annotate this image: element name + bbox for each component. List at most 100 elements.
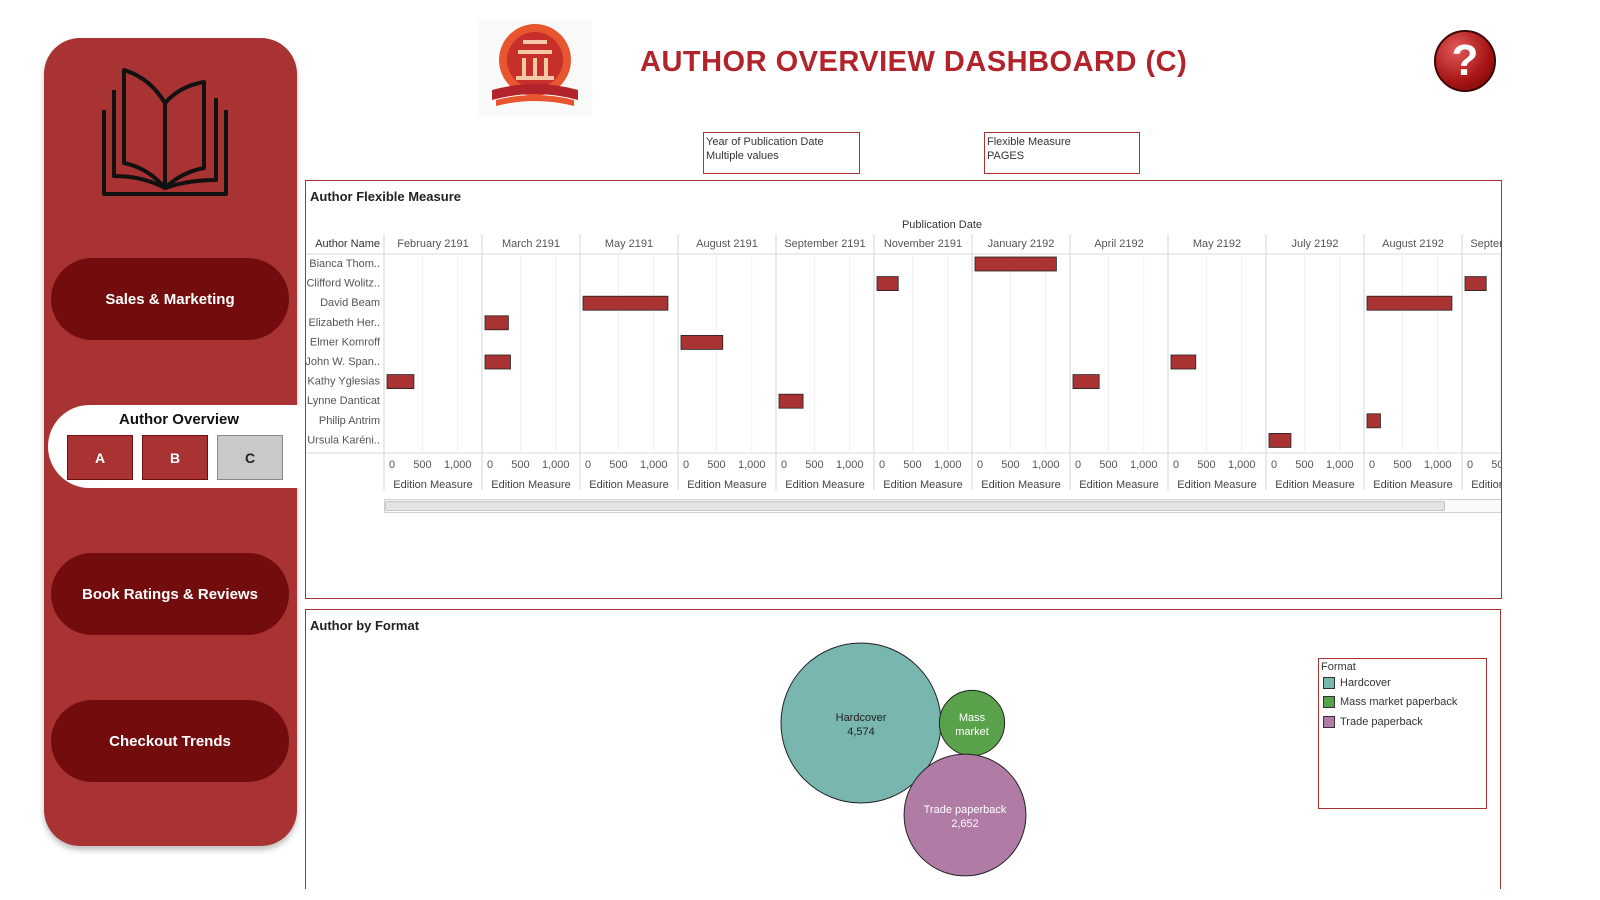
author-label-kathy-yglesias: Kathy Yglesias: [307, 376, 380, 388]
legend-label-trade-paperback: Trade paperback: [1340, 716, 1423, 728]
author-label-elizabeth-her: Elizabeth Her..: [308, 317, 380, 329]
bar-bianca-thom-january-2192: [974, 256, 1057, 272]
bar-elmer-komroff-august-2191: [680, 334, 724, 350]
question-mark-icon: ?: [1451, 36, 1479, 85]
help-button[interactable]: ?: [1434, 30, 1496, 92]
x-tick-label: 500: [1491, 459, 1502, 471]
x-tick-label: 0: [1467, 459, 1473, 471]
x-tick-label: 500: [805, 459, 823, 471]
column-header-july-2192: July 2192: [1291, 238, 1338, 250]
gantt-title: Author Flexible Measure: [310, 189, 461, 204]
nav-sales-marketing-button[interactable]: Sales & Marketing: [51, 258, 289, 340]
author-overview-b-button[interactable]: B: [142, 435, 208, 480]
x-axis-label: Edition Measure: [1177, 479, 1257, 491]
legend-item-trade-paperback[interactable]: Trade paperback: [1323, 716, 1423, 728]
bubble-label-hardcover: Hardcover: [836, 712, 887, 724]
x-tick-label: 500: [707, 459, 725, 471]
author-label-bianca-thom: Bianca Thom..: [309, 258, 380, 270]
legend-label-mass-market: Mass market paperback: [1340, 696, 1458, 708]
author-overview-panel: Author Overview A B C: [48, 405, 303, 488]
bar-philip-antrim-august-2192: [1366, 413, 1381, 429]
x-tick-label: 500: [1393, 459, 1411, 471]
author-label-david-beam: David Beam: [320, 297, 380, 309]
author-flexible-measure-chart: Publication Date Author Name February 2191…: [306, 219, 1502, 491]
author-flexible-measure-panel: Publication Date Author Name February 2191…: [305, 180, 1502, 599]
measure-filter-label: Flexible Measure: [987, 136, 1071, 148]
horizontal-scrollbar[interactable]: [384, 499, 1501, 513]
legend-swatch-mass-market: [1323, 696, 1335, 708]
column-header-may-2191: May 2191: [605, 238, 653, 250]
x-axis-label: Edition Measure: [393, 479, 473, 491]
x-tick-label: 1,000: [1326, 459, 1354, 471]
nav-book-ratings-reviews-button[interactable]: Book Ratings & Reviews: [51, 553, 289, 635]
x-tick-label: 1,000: [1032, 459, 1060, 471]
column-header-november-2191: November 2191: [884, 238, 962, 250]
legend-item-mass-market[interactable]: Mass market paperback: [1323, 696, 1457, 708]
bar-david-beam-may-2191: [582, 295, 669, 311]
x-tick-label: 0: [389, 459, 395, 471]
x-axis-label: Edition Measure: [491, 479, 571, 491]
year-filter-value: Multiple values: [706, 150, 779, 162]
bar-kathy-yglesias-april-2192: [1072, 374, 1100, 390]
measure-filter-card[interactable]: Flexible Measure PAGES: [984, 132, 1140, 174]
column-header-august-2191: August 2191: [696, 238, 758, 250]
column-header-february-2191: February 2191: [397, 238, 469, 250]
column-header-august-2192: August 2192: [1382, 238, 1444, 250]
x-tick-label: 1,000: [542, 459, 570, 471]
row-header: Author Name: [315, 238, 380, 250]
legend-swatch-hardcover: [1323, 677, 1335, 689]
bar-john-w-span-march-2191: [484, 354, 511, 370]
x-tick-label: 0: [585, 459, 591, 471]
x-tick-label: 1,000: [1228, 459, 1256, 471]
column-header-march-2191: March 2191: [502, 238, 560, 250]
bar-elizabeth-her-march-2191: [484, 315, 509, 331]
year-filter-card[interactable]: Year of Publication Date Multiple values: [703, 132, 860, 174]
page-title: AUTHOR OVERVIEW DASHBOARD (C): [640, 46, 1188, 78]
x-tick-label: 500: [511, 459, 529, 471]
legend-item-hardcover[interactable]: Hardcover: [1323, 677, 1391, 689]
scrollbar-thumb[interactable]: [385, 501, 1445, 511]
author-overview-c-button[interactable]: C: [217, 435, 283, 480]
bubble-label-mass-market-paperback: market: [955, 726, 989, 738]
x-tick-label: 0: [1075, 459, 1081, 471]
x-axis-label: Edition Measure: [1275, 479, 1355, 491]
x-tick-label: 500: [1197, 459, 1215, 471]
library-logo-icon: [478, 20, 592, 116]
x-axis-label: Edition Measure: [883, 479, 963, 491]
x-tick-label: 1,000: [836, 459, 864, 471]
bar-john-w-span-may-2192: [1170, 354, 1197, 370]
x-tick-label: 0: [879, 459, 885, 471]
bar-lynne-danticat-september-2191: [778, 393, 804, 409]
x-tick-label: 1,000: [934, 459, 962, 471]
author-overview-title: Author Overview: [118, 411, 240, 428]
x-tick-label: 0: [1271, 459, 1277, 471]
x-axis-label: Edition Measure: [589, 479, 669, 491]
x-tick-label: 0: [977, 459, 983, 471]
legend-label-hardcover: Hardcover: [1340, 677, 1391, 689]
column-header-january-2192: January 2192: [988, 238, 1055, 250]
format-title: Author by Format: [310, 618, 420, 633]
x-axis-label: Edition Measure: [981, 479, 1061, 491]
column-header-september-2191: September 2191: [784, 238, 865, 250]
author-label-philip-antrim: Philip Antrim: [319, 415, 380, 427]
bubble-label-trade-paperback: Trade paperback: [924, 804, 1007, 816]
author-overview-a-button[interactable]: A: [67, 435, 133, 480]
x-tick-label: 1,000: [1130, 459, 1158, 471]
nav-checkout-trends-button[interactable]: Checkout Trends: [51, 700, 289, 782]
bar-ursula-kar-ni-july-2192: [1268, 432, 1292, 448]
x-tick-label: 1,000: [444, 459, 472, 471]
x-tick-label: 500: [1295, 459, 1313, 471]
column-group-header: Publication Date: [902, 219, 982, 231]
sidebar: Sales & Marketing Author Overview A B C …: [44, 38, 303, 846]
x-tick-label: 500: [903, 459, 921, 471]
measure-filter-value: PAGES: [987, 150, 1025, 162]
x-tick-label: 0: [683, 459, 689, 471]
bubble-label-hardcover: 4,574: [847, 726, 875, 738]
x-tick-label: 1,000: [738, 459, 766, 471]
x-tick-label: 0: [1369, 459, 1375, 471]
bar-kathy-yglesias-february-2191: [386, 374, 415, 390]
legend-title: Format: [1321, 661, 1356, 673]
bubble-label-mass-market-paperback: Mass: [959, 712, 986, 724]
format-legend: Format Hardcover Mass market paperback T…: [1318, 658, 1487, 809]
author-label-clifford-wolitz: Clifford Wolitz..: [306, 278, 380, 290]
